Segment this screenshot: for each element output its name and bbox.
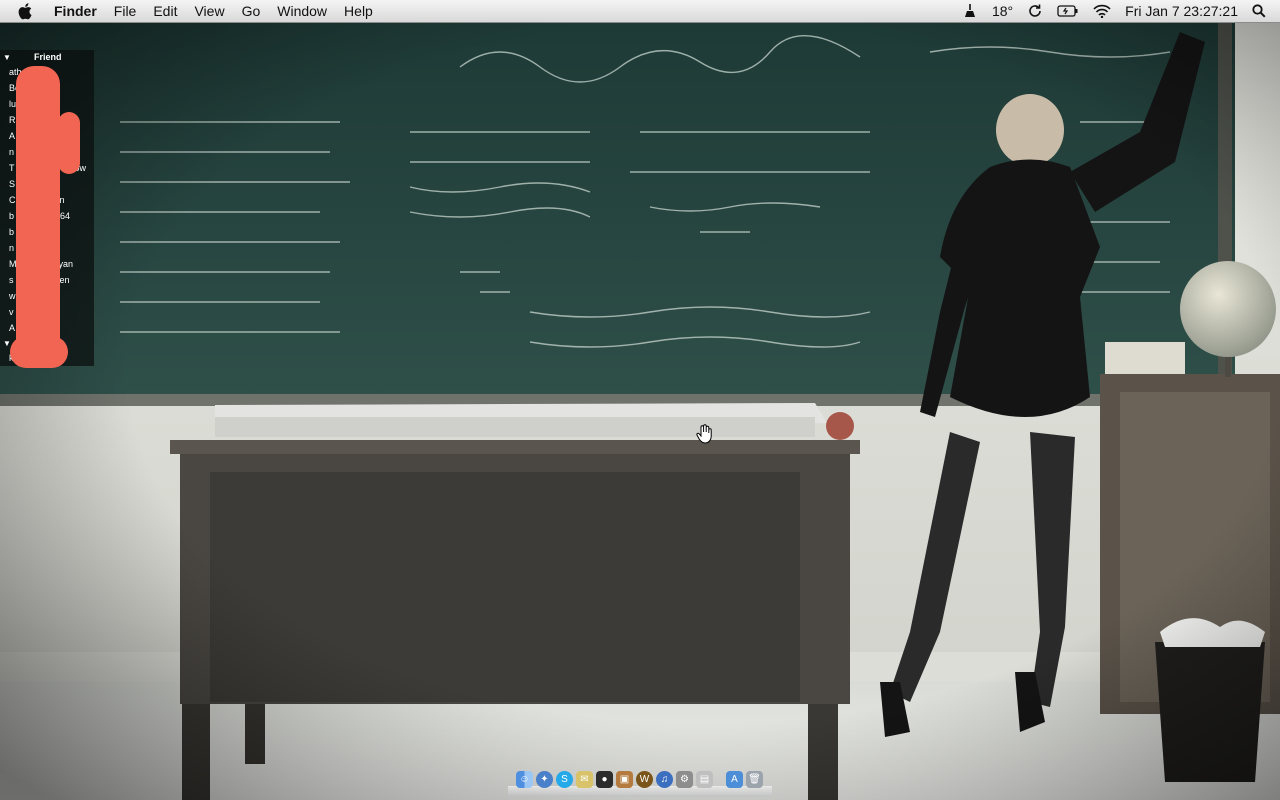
desktop-wallpaper (0, 22, 1280, 800)
menu-file[interactable]: File (114, 3, 137, 19)
preview-icon[interactable]: ▣ (616, 771, 633, 788)
photo-icon[interactable]: ▤ (696, 771, 713, 788)
friend-section-header[interactable]: ▼ Friend (0, 50, 94, 64)
mail-icon[interactable]: ✉ (576, 771, 593, 788)
system-prefs-icon[interactable]: ⚙ (676, 771, 693, 788)
broom-icon[interactable] (962, 3, 978, 19)
clock[interactable]: Fri Jan 7 23:27:21 (1125, 3, 1238, 19)
app-store-icon[interactable]: A (726, 771, 743, 788)
dock: ☺ ✦ S ✉ ● ▣ W ♫ ⚙ ▤ A 🗑 (508, 767, 772, 797)
hand-cursor-icon (696, 424, 712, 444)
dock-separator (716, 771, 726, 788)
skype-icon[interactable]: S (556, 771, 573, 788)
safari-icon[interactable]: ✦ (536, 771, 553, 788)
trash-icon[interactable]: 🗑 (746, 771, 763, 788)
redaction-mark (16, 66, 60, 366)
itunes-icon[interactable]: ♫ (656, 771, 673, 788)
wow-icon[interactable]: W (636, 771, 653, 788)
apple-icon[interactable] (18, 2, 36, 20)
menu-finder[interactable]: Finder (54, 3, 97, 19)
finder-icon[interactable]: ☺ (516, 771, 533, 788)
redaction-mark (58, 112, 80, 174)
adium-icon[interactable]: ● (596, 771, 613, 788)
spotlight-icon[interactable] (1252, 4, 1266, 18)
redaction-mark (10, 336, 68, 368)
menu-go[interactable]: Go (242, 3, 261, 19)
weather-temperature[interactable]: 18° (992, 3, 1013, 19)
menu-help[interactable]: Help (344, 3, 373, 19)
friend-section-title: Friend (34, 52, 62, 62)
wifi-icon[interactable] (1093, 4, 1111, 18)
menu-bar: Finder File Edit View Go Window Help 18°… (0, 0, 1280, 23)
menu-view[interactable]: View (194, 3, 224, 19)
battery-icon[interactable] (1057, 5, 1079, 17)
menu-edit[interactable]: Edit (153, 3, 177, 19)
sync-icon[interactable] (1027, 3, 1043, 19)
menu-window[interactable]: Window (277, 3, 327, 19)
disclosure-triangle-icon[interactable]: ▼ (0, 53, 14, 62)
